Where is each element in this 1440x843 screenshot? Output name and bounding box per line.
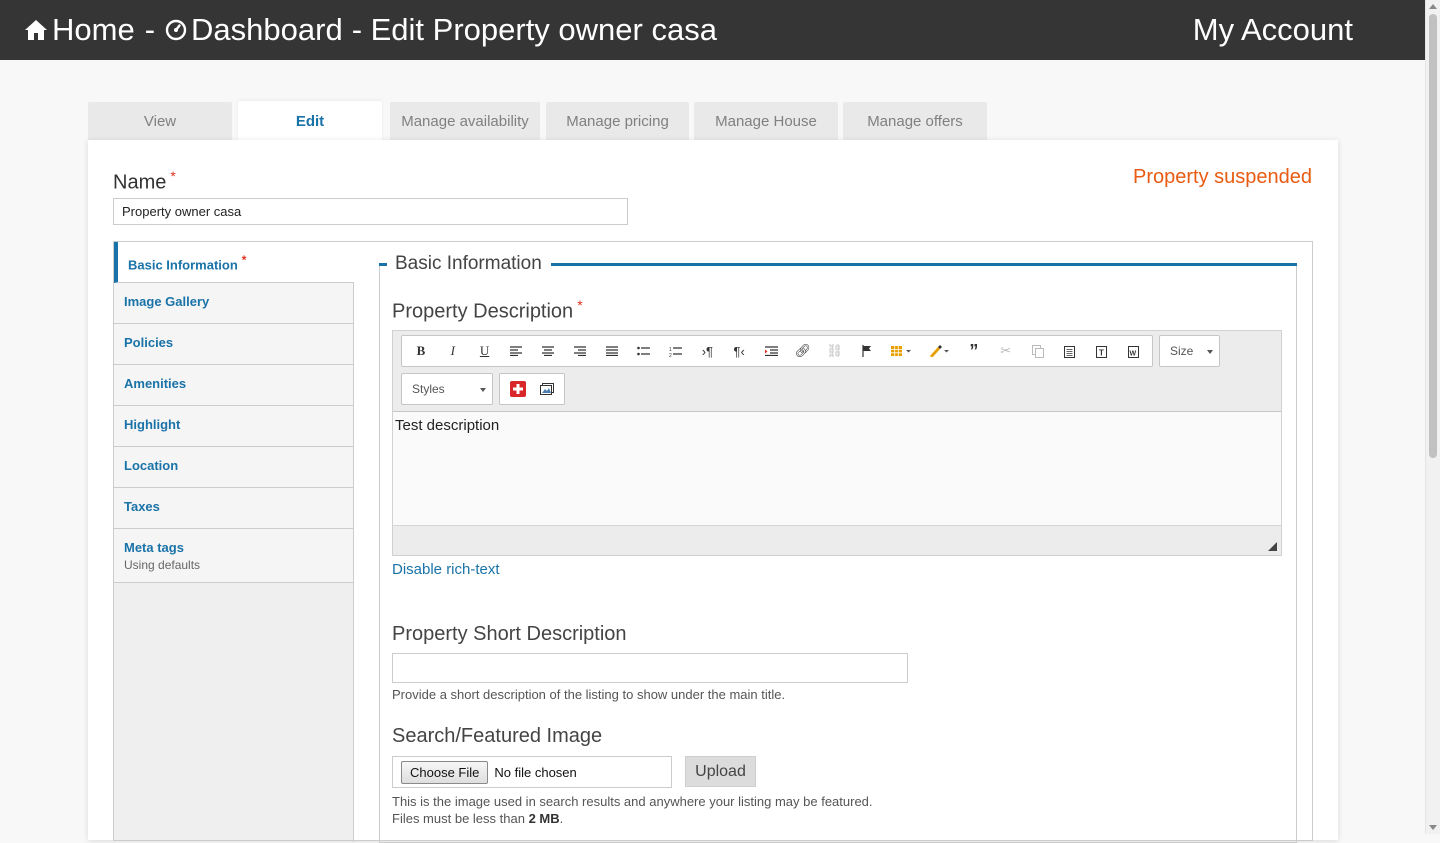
tab-content-pane: Basic Information Property Description * … [354, 241, 1313, 843]
svg-text:W: W [1129, 350, 1136, 357]
vtab-basic-information[interactable]: Basic Information * [114, 242, 354, 283]
paste-text-icon[interactable]: T [1085, 338, 1117, 364]
tab-manage-availability[interactable]: Manage availability [390, 102, 540, 140]
file-status: No file chosen [494, 764, 577, 780]
link-icon[interactable]: 🔗︎ [787, 338, 819, 364]
property-description-label: Property Description * [392, 297, 583, 324]
home-icon[interactable] [24, 18, 48, 42]
image-size-limit: Files must be less than 2 MB. [392, 811, 563, 826]
legend-rule [551, 263, 1297, 266]
scrollbar-thumb[interactable] [1429, 14, 1437, 458]
styles-dropdown-label: Styles [412, 382, 445, 396]
dashboard-link[interactable]: Dashboard [191, 12, 343, 48]
vtab-filler [114, 582, 354, 842]
fieldset-legend: Basic Information [395, 253, 542, 274]
home-link[interactable]: Home [52, 12, 135, 48]
my-account-link[interactable]: My Account [1193, 0, 1353, 60]
dashboard-icon[interactable] [165, 19, 187, 41]
rich-text-editor: B I U 12 ›¶ ¶‹ 🔗︎ ⛓︎ ” ✂ T W Size Styles… [392, 330, 1282, 556]
short-description-input[interactable] [392, 653, 908, 683]
top-header: Home - Dashboard - Edit Property owner c… [0, 0, 1425, 60]
required-marker: * [170, 168, 176, 184]
scroll-up-arrow[interactable] [1429, 4, 1437, 9]
disable-rich-text-link[interactable]: Disable rich-text [392, 561, 500, 578]
tab-manage-pricing[interactable]: Manage pricing [546, 102, 689, 140]
paste-word-icon[interactable]: W [1117, 338, 1149, 364]
vtab-taxes[interactable]: Taxes [114, 488, 354, 529]
name-input[interactable] [113, 198, 628, 225]
label-text: Property Description [392, 300, 574, 323]
editor-media-toolbar [499, 373, 565, 405]
vtab-location[interactable]: Location [114, 447, 354, 488]
breadcrumb: Home - Dashboard - Edit Property owner c… [24, 0, 717, 60]
upload-button[interactable]: Upload [685, 756, 756, 787]
help-text: . [559, 811, 564, 826]
required-marker: * [241, 253, 247, 267]
text-color-icon[interactable] [920, 338, 958, 364]
vtab-label: Basic Information [128, 257, 238, 273]
align-right-icon[interactable] [564, 338, 596, 364]
copy-icon[interactable] [1022, 338, 1054, 364]
size-dropdown-label: Size [1170, 344, 1194, 358]
unlink-icon[interactable]: ⛓︎ [819, 338, 851, 364]
align-left-icon[interactable] [500, 338, 532, 364]
editor-toolbar: B I U 12 ›¶ ¶‹ 🔗︎ ⛓︎ ” ✂ T W [401, 335, 1153, 367]
insert-special-icon[interactable] [503, 376, 532, 402]
vertical-tabs: Basic Information * Image Gallery Policie… [113, 241, 354, 842]
paste-icon[interactable] [1054, 338, 1086, 364]
status-badge: Property suspended [1132, 166, 1312, 188]
italic-icon[interactable]: I [437, 338, 469, 364]
underline-icon[interactable]: U [469, 338, 501, 364]
name-label-text: Name [113, 171, 167, 194]
tab-manage-house[interactable]: Manage House [694, 102, 838, 140]
chevron-down-icon [480, 388, 486, 392]
svg-text:T: T [1099, 348, 1104, 357]
vtab-meta-tags[interactable]: Meta tags Using defaults [114, 529, 354, 583]
bold-icon[interactable]: B [405, 338, 437, 364]
page-title: - Edit Property owner casa [351, 12, 717, 47]
vtab-label: Meta tags [124, 540, 184, 555]
tab-edit[interactable]: Edit [238, 101, 382, 141]
short-description-help: Provide a short description of the listi… [392, 687, 786, 702]
justify-icon[interactable] [596, 338, 628, 364]
align-center-icon[interactable] [532, 338, 564, 364]
legend-rule [379, 263, 387, 266]
anchor-flag-icon[interactable] [851, 338, 883, 364]
blockquote-icon[interactable]: ” [958, 338, 990, 364]
rtl-icon[interactable]: ¶‹ [723, 338, 755, 364]
page-scrollbar[interactable] [1425, 0, 1440, 834]
resize-handle-icon[interactable] [1268, 542, 1277, 551]
bullet-list-icon[interactable] [628, 338, 660, 364]
file-input[interactable]: Choose File No file chosen [392, 756, 672, 788]
insert-image-icon[interactable] [532, 376, 561, 402]
breadcrumb-separator: - [144, 12, 156, 47]
tab-manage-offers[interactable]: Manage offers [843, 102, 987, 140]
vtab-image-gallery[interactable]: Image Gallery [114, 283, 354, 324]
size-dropdown[interactable]: Size [1159, 335, 1220, 367]
featured-image-label: Search/Featured Image [392, 725, 603, 747]
numbered-list-icon[interactable]: 12 [660, 338, 692, 364]
help-text: Files must be less than [392, 811, 529, 826]
image-help-text: This is the image used in search results… [392, 794, 873, 809]
vtab-policies[interactable]: Policies [114, 324, 354, 365]
editor-content-area[interactable]: Test description [393, 411, 1281, 526]
chevron-down-icon [1207, 350, 1213, 354]
ltr-icon[interactable]: ›¶ [691, 338, 723, 364]
indent-icon[interactable] [755, 338, 787, 364]
vtab-summary: Using defaults [124, 558, 201, 572]
vtab-amenities[interactable]: Amenities [114, 365, 354, 406]
short-description-label: Property Short Description [392, 623, 627, 645]
size-limit-value: 2 MB [528, 811, 560, 826]
required-marker: * [577, 297, 583, 313]
vtab-highlight[interactable]: Highlight [114, 406, 354, 447]
styles-dropdown[interactable]: Styles [401, 373, 493, 405]
edit-panel: Name* Property suspended Basic Informati… [88, 140, 1338, 843]
scroll-down-arrow[interactable] [1429, 825, 1437, 830]
choose-file-button[interactable]: Choose File [401, 760, 489, 784]
svg-text:2: 2 [669, 353, 672, 357]
table-icon[interactable] [882, 338, 920, 364]
name-label: Name * [113, 168, 176, 195]
tab-view[interactable]: View [88, 102, 232, 140]
cut-icon[interactable]: ✂ [990, 338, 1022, 364]
